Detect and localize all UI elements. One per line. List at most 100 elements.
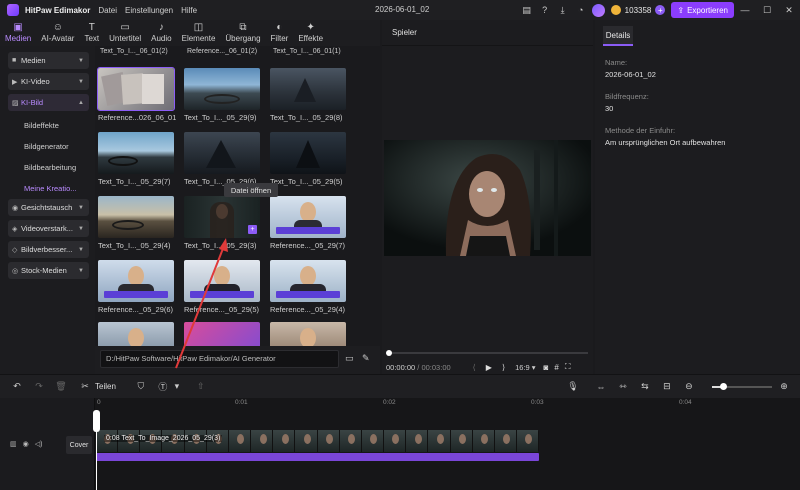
player-title: Spieler bbox=[392, 28, 417, 37]
add-to-timeline-icon[interactable]: + bbox=[248, 225, 257, 234]
filter-icon: ◐ bbox=[276, 22, 283, 33]
download-icon[interactable]: ⤓ bbox=[556, 3, 570, 17]
media-tile[interactable] bbox=[184, 322, 262, 346]
tab-filter[interactable]: ◐ Filter bbox=[266, 20, 294, 46]
play-icon[interactable]: ▶ bbox=[486, 363, 492, 372]
progress-knob[interactable] bbox=[386, 350, 392, 356]
tab-uebergang[interactable]: ⧉ Übergang bbox=[220, 20, 265, 46]
open-file-tooltip: Datei öffnen bbox=[224, 183, 278, 197]
fullscreen-icon[interactable]: ⛶ bbox=[565, 362, 571, 372]
layout-icon[interactable]: ▤ bbox=[520, 3, 534, 17]
sidebar-item-medien[interactable]: ■ Medien ▼ bbox=[8, 52, 89, 69]
folder-open-icon[interactable]: ▭ bbox=[345, 353, 357, 365]
close-button[interactable]: ✕ bbox=[778, 0, 800, 20]
undo-icon[interactable]: ↶ bbox=[10, 381, 24, 392]
sidebar-item-gesichtstausch[interactable]: ◉ Gesichtstausch ▼ bbox=[8, 199, 89, 216]
media-tile[interactable]: Text_To_I..._05_29(6) bbox=[184, 132, 262, 186]
visibility-icon[interactable]: ◉ bbox=[23, 440, 29, 448]
title-bar: HitPaw Edimakor Datei Einstellungen Hilf… bbox=[0, 0, 800, 20]
zoom-out-icon[interactable]: ⊖ bbox=[682, 381, 696, 392]
media-tile[interactable]: Reference..._05_29(6) bbox=[98, 260, 176, 314]
thumbnail bbox=[270, 196, 346, 238]
export-button[interactable]: ⇪ Exportieren bbox=[671, 2, 734, 18]
sidebar-sub-meine-kreationen[interactable]: Meine Kreatio... bbox=[24, 178, 95, 199]
aspect-ratio-select[interactable]: 16:9 ▾ bbox=[515, 363, 535, 372]
fit-icon[interactable]: ⊟ bbox=[660, 381, 674, 392]
next-frame-icon[interactable]: ⟩ bbox=[502, 363, 505, 372]
sidebar-sub-bildeffekte[interactable]: Bildeffekte bbox=[24, 115, 95, 136]
thumbnail bbox=[184, 132, 260, 174]
text-style-icon[interactable]: Ⓣ bbox=[156, 380, 170, 393]
media-tile[interactable] bbox=[98, 322, 176, 346]
sidebar-item-stock-medien[interactable]: ◎ Stock-Medien ▼ bbox=[8, 262, 89, 279]
delete-icon[interactable]: 🗑 bbox=[54, 381, 68, 392]
thumbnail bbox=[98, 322, 174, 346]
prev-frame-icon[interactable]: ⟨ bbox=[473, 363, 476, 372]
media-tile[interactable]: Reference..._05_29(7) bbox=[270, 196, 348, 250]
media-tile[interactable] bbox=[270, 322, 348, 346]
tab-ai-avatar[interactable]: ☺ AI-Avatar bbox=[36, 20, 79, 46]
notification-icon[interactable]: ◔ bbox=[574, 3, 588, 17]
audio-track[interactable] bbox=[96, 453, 539, 461]
link-icon[interactable]: ⇔ bbox=[594, 382, 608, 392]
playhead-handle[interactable] bbox=[93, 410, 100, 432]
playback-progress[interactable] bbox=[386, 350, 588, 356]
media-tile[interactable]: Reference...026_06_01 bbox=[97, 67, 176, 122]
sidebar-item-ki-video[interactable]: ▶ KI-Video ▼ bbox=[8, 73, 89, 90]
chevron-down-icon: ▼ bbox=[78, 78, 84, 85]
sidebar-item-ki-bild[interactable]: ▨ KI-Bild ▲ bbox=[8, 94, 89, 111]
help-icon[interactable]: ? bbox=[538, 3, 552, 17]
tab-text[interactable]: T Text bbox=[79, 20, 104, 46]
chevron-down-icon: ▼ bbox=[78, 204, 84, 211]
detach-icon[interactable]: ⇆ bbox=[638, 381, 652, 392]
sidebar-sub-bildgenerator[interactable]: Bildgenerator bbox=[24, 136, 95, 157]
chevron-down-icon[interactable]: ▾ bbox=[170, 381, 184, 392]
zoom-slider[interactable] bbox=[712, 383, 772, 390]
microphone-icon[interactable]: 🎙 bbox=[566, 381, 580, 392]
tab-elemente[interactable]: ◫ Elemente bbox=[177, 20, 221, 46]
sidebar-item-bildverbesserer[interactable]: ◇ Bildverbesser... ▼ bbox=[8, 241, 89, 258]
maximize-button[interactable]: ☐ bbox=[756, 0, 778, 20]
split-audio-icon[interactable]: ⇿ bbox=[616, 381, 630, 392]
media-tile[interactable]: Reference..._05_29(4) bbox=[270, 260, 348, 314]
media-tile[interactable]: Text_To_I..._05_29(5) bbox=[270, 132, 348, 186]
path-bar: D:/HitPaw Software/HitPaw Edimakor/AI Ge… bbox=[95, 346, 380, 374]
split-button[interactable]: ✂ Teilen bbox=[78, 381, 116, 392]
menu-datei[interactable]: Datei bbox=[98, 6, 117, 15]
sidebar-sub-bildbearbeitung[interactable]: Bildbearbeitung bbox=[24, 157, 95, 178]
shield-icon[interactable]: ⛉ bbox=[134, 381, 148, 392]
sidebar-item-videoverstarker[interactable]: ◈ Videoverstark... ▼ bbox=[8, 220, 89, 237]
media-tile[interactable]: Text_To_I..._05_29(8) bbox=[270, 68, 348, 122]
import-method-label: Methode der Einfuhr: bbox=[605, 126, 676, 135]
menu-einstellungen[interactable]: Einstellungen bbox=[125, 6, 173, 15]
edit-icon[interactable]: ✎ bbox=[362, 353, 374, 365]
tab-medien[interactable]: ▣ Medien bbox=[0, 20, 36, 46]
minimize-button[interactable]: — bbox=[734, 0, 756, 20]
scissors-icon: ✂ bbox=[81, 381, 89, 391]
tab-untertitel[interactable]: ▭ Untertitel bbox=[104, 20, 146, 46]
cover-button[interactable]: Cover bbox=[66, 436, 92, 454]
path-field[interactable]: D:/HitPaw Software/HitPaw Edimakor/AI Ge… bbox=[100, 350, 339, 368]
media-tile[interactable]: Text_To_I..._05_29(9) bbox=[184, 68, 262, 122]
track-settings-icon[interactable]: ▥ bbox=[10, 440, 17, 448]
menu-hilfe[interactable]: Hilfe bbox=[181, 6, 197, 15]
tab-details[interactable]: Details bbox=[603, 26, 633, 46]
tab-audio[interactable]: ♪ Audio bbox=[146, 20, 176, 46]
grid-icon[interactable]: # bbox=[554, 363, 558, 372]
export-frame-icon[interactable]: ⇧ bbox=[194, 381, 208, 392]
snapshot-icon[interactable]: ◙ bbox=[544, 363, 549, 372]
tab-effekte[interactable]: ✦ Effekte bbox=[293, 20, 328, 46]
mute-icon[interactable]: ◁) bbox=[35, 440, 43, 448]
player-panel: Spieler 00:00:00 / 00:03:00 ⟨ ▶ ⟩ 16:9 ▾ bbox=[382, 20, 593, 374]
chevron-up-icon: ▲ bbox=[78, 99, 84, 106]
media-tile[interactable]: Reference..._05_29(5) bbox=[184, 260, 262, 314]
media-tile[interactable]: Text_To_I..._05_29(7) bbox=[98, 132, 176, 186]
zoom-in-icon[interactable]: ⊕ bbox=[777, 381, 791, 392]
thumbnail bbox=[184, 68, 260, 110]
add-coins-button[interactable]: + bbox=[655, 5, 666, 15]
zoom-slider-knob[interactable] bbox=[720, 383, 727, 390]
media-tile[interactable]: Text_To_I..._05_29(3) bbox=[184, 196, 262, 250]
avatar[interactable] bbox=[591, 3, 605, 17]
media-tile[interactable]: Text_To_I..._05_29(4) bbox=[98, 196, 176, 250]
redo-icon[interactable]: ↷ bbox=[32, 381, 46, 392]
